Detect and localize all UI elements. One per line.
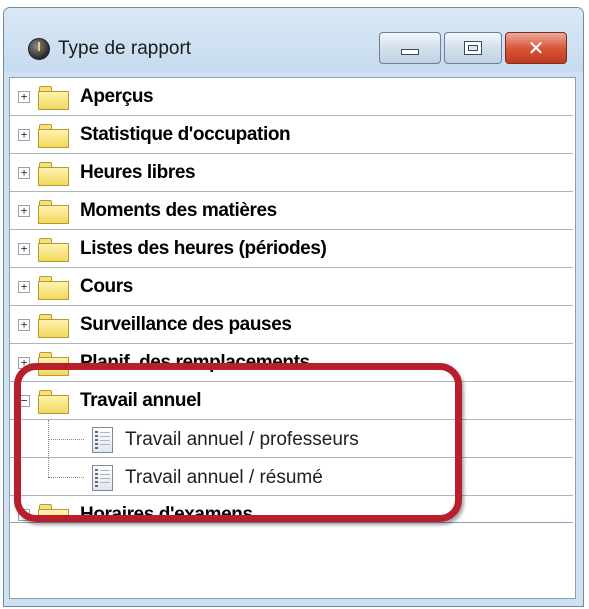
folder-icon [38,314,70,338]
folder-label: Aperçus [80,86,154,107]
close-icon: ✕ [527,36,545,60]
report-type-window: Type de rapport ✕ + Aperçus + Statistiqu… [3,7,584,607]
expand-icon[interactable]: + [18,281,30,293]
expand-icon[interactable]: + [18,167,30,179]
report-icon [92,465,113,491]
maximize-icon [464,41,482,55]
tree-folder-horaires-examens[interactable]: + Horaires d'examens [10,496,573,522]
tree-folder-moments-matieres[interactable]: + Moments des matières [10,192,573,230]
tree-item-travail-annuel-resume[interactable]: Travail annuel / résumé [10,458,573,496]
maximize-button[interactable] [444,32,502,64]
folder-icon [38,352,70,376]
divider [10,522,573,523]
tree-folder-apercus[interactable]: + Aperçus [10,78,573,116]
tree-folder-travail-annuel[interactable]: − Travail annuel [10,382,573,420]
tree-folder-listes-heures[interactable]: + Listes des heures (périodes) [10,230,573,268]
report-label: Travail annuel / résumé [125,467,323,488]
close-button[interactable]: ✕ [505,32,567,64]
folder-icon [38,504,70,522]
folder-label: Statistique d'occupation [80,124,291,145]
tree-folder-surveillance-pauses[interactable]: + Surveillance des pauses [10,306,573,344]
tree-folder-cours[interactable]: + Cours [10,268,573,306]
folder-label: Cours [80,276,133,297]
folder-label: Surveillance des pauses [80,314,292,335]
folder-label: Travail annuel [80,390,202,411]
folder-label: Listes des heures (périodes) [80,238,327,259]
tree-connector-line [48,439,84,440]
folder-icon [38,162,70,186]
expand-icon[interactable]: + [18,243,30,255]
folder-icon [38,124,70,148]
folder-icon [38,276,70,300]
report-label: Travail annuel / professeurs [125,429,359,450]
expand-icon[interactable]: + [18,357,30,369]
tree-connector-line [48,458,49,477]
expand-icon[interactable]: + [18,129,30,141]
tree-folder-statistique-occupation[interactable]: + Statistique d'occupation [10,116,573,154]
report-tree-panel: + Aperçus + Statistique d'occupation + H… [9,77,576,599]
window-title: Type de rapport [58,38,192,59]
expand-icon[interactable]: + [18,509,30,521]
report-icon [92,427,113,453]
folder-icon [38,86,70,110]
folder-label: Heures libres [80,162,196,183]
expand-icon[interactable]: + [18,91,30,103]
tree-folder-planif-remplacements[interactable]: + Planif. des remplacements [10,344,573,382]
folder-icon [38,200,70,224]
folder-label: Planif. des remplacements [80,352,310,373]
tree-connector-line [48,477,84,478]
folder-label: Moments des matières [80,200,277,221]
folder-label: Horaires d'examens [80,504,253,522]
folder-icon [38,238,70,262]
expand-icon[interactable]: + [18,205,30,217]
clock-icon [28,38,50,60]
tree-item-travail-annuel-professeurs[interactable]: Travail annuel / professeurs [10,420,573,458]
report-tree: + Aperçus + Statistique d'occupation + H… [10,78,573,522]
collapse-icon[interactable]: − [18,395,30,407]
minimize-button[interactable] [379,32,441,64]
minimize-icon [401,49,419,55]
tree-folder-heures-libres[interactable]: + Heures libres [10,154,573,192]
title-bar[interactable]: Type de rapport ✕ [4,8,583,72]
expand-icon[interactable]: + [18,319,30,331]
folder-open-icon [38,390,70,414]
